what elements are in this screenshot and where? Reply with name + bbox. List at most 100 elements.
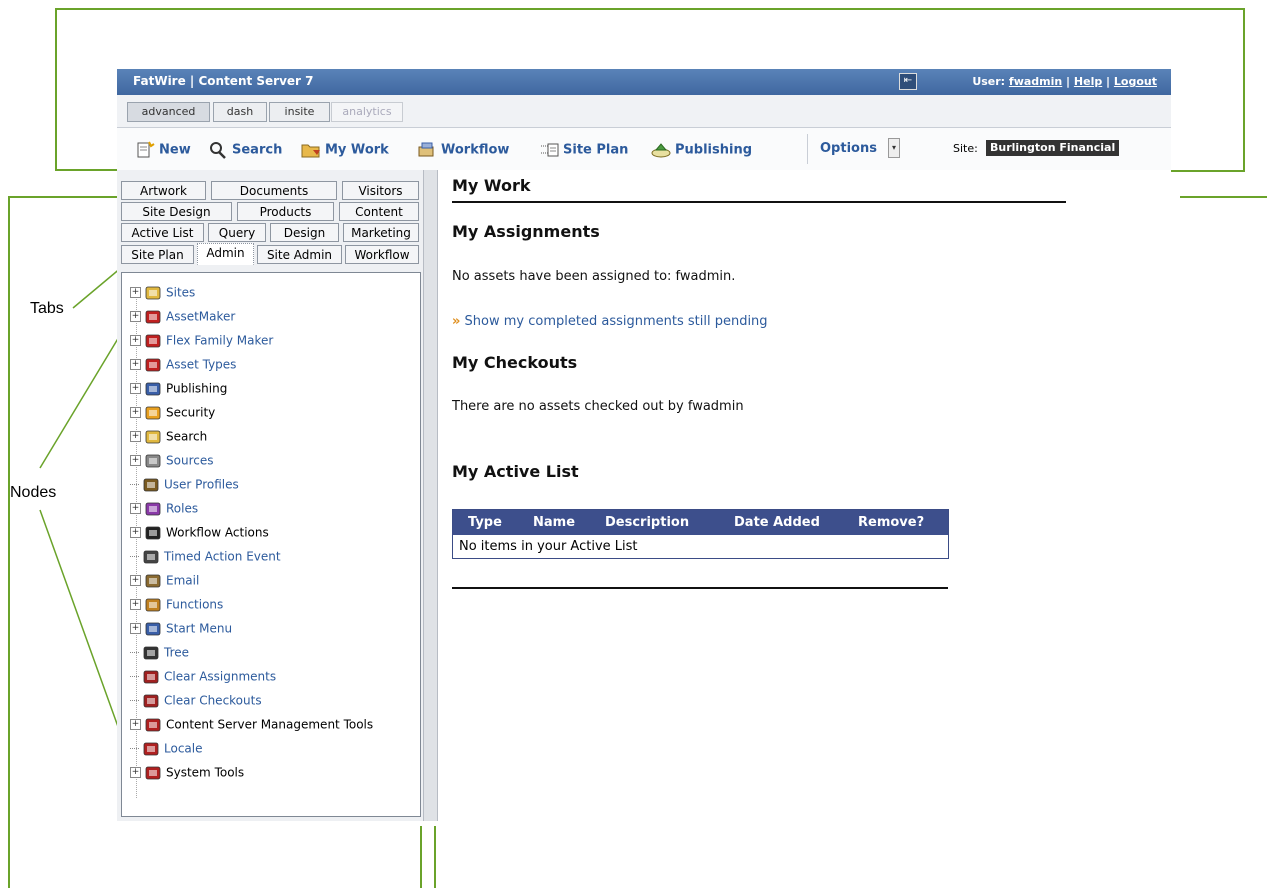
expand-icon[interactable]: +: [130, 431, 141, 442]
tab-visitors[interactable]: Visitors: [342, 181, 419, 200]
help-link[interactable]: Help: [1074, 75, 1102, 88]
tab-site-plan[interactable]: Site Plan: [121, 245, 194, 264]
tree-node[interactable]: + Functions: [130, 594, 223, 614]
tree-node[interactable]: Clear Checkouts: [130, 690, 262, 710]
tree-node[interactable]: + AssetMaker: [130, 306, 235, 326]
security-icon: [145, 406, 161, 419]
tree-node[interactable]: Timed Action Event: [130, 546, 281, 566]
tree-node[interactable]: Clear Assignments: [130, 666, 276, 686]
page-title: My Work: [452, 176, 531, 195]
tree-node-label: Search: [166, 429, 208, 444]
tree-node[interactable]: + Publishing: [130, 378, 227, 398]
tree-node[interactable]: + Security: [130, 402, 215, 422]
toolbar-separator: [807, 134, 808, 164]
panel-splitter[interactable]: [424, 170, 438, 821]
tree-node-label: System Tools: [166, 765, 245, 780]
tab-marketing[interactable]: Marketing: [343, 223, 419, 242]
tree-node[interactable]: + Email: [130, 570, 199, 590]
expand-icon[interactable]: +: [130, 575, 141, 586]
tree-node[interactable]: Tree: [130, 642, 189, 662]
mode-dash-button[interactable]: dash: [213, 102, 267, 122]
search-label: Search: [232, 142, 283, 158]
options-menu[interactable]: Options: [820, 141, 877, 156]
separator: |: [1062, 75, 1074, 88]
workflow-label: Workflow: [441, 142, 510, 158]
app-title: FatWire | Content Server 7: [133, 74, 314, 88]
username-link[interactable]: fwadmin: [1009, 75, 1062, 88]
column-remove: Remove?: [858, 515, 925, 530]
tree-node-label: Locale: [164, 741, 203, 756]
tab-workflow[interactable]: Workflow: [345, 245, 419, 264]
tree-node[interactable]: Locale: [130, 738, 202, 758]
tree-node[interactable]: User Profiles: [130, 474, 239, 494]
tab-site-admin[interactable]: Site Admin: [257, 245, 342, 264]
locale-icon: [143, 742, 159, 755]
tree-node-label: Security: [166, 405, 216, 420]
search-icon: [210, 142, 226, 159]
content-server-window: FatWire | Content Server 7 ⇤ User: fwadm…: [117, 69, 1171, 821]
logout-link[interactable]: Logout: [1114, 75, 1157, 88]
expand-icon[interactable]: +: [130, 311, 141, 322]
tree-node[interactable]: + Sites: [130, 282, 195, 302]
expand-icon[interactable]: +: [130, 527, 141, 538]
tree-node-label: Asset Types: [166, 357, 237, 372]
expand-icon[interactable]: +: [130, 335, 141, 346]
publishing-button[interactable]: Publishing: [651, 141, 752, 159]
tree-connector: [130, 555, 139, 558]
tree-node[interactable]: + Content Server Management Tools: [130, 714, 373, 734]
search-button[interactable]: Search: [208, 141, 282, 159]
tree-node[interactable]: + Sources: [130, 450, 213, 470]
chevron-down-icon[interactable]: ▾: [888, 138, 900, 158]
expand-icon[interactable]: +: [130, 455, 141, 466]
expand-icon[interactable]: +: [130, 719, 141, 730]
mode-insite-button[interactable]: insite: [269, 102, 330, 122]
tree-connector: [130, 675, 139, 678]
tree-node-label: Functions: [166, 597, 224, 612]
column-type: Type: [468, 515, 502, 530]
tree-node[interactable]: + Workflow Actions: [130, 522, 269, 542]
tab-documents[interactable]: Documents: [211, 181, 337, 200]
expand-icon[interactable]: +: [130, 287, 141, 298]
cs-management-tools-icon: [145, 718, 161, 731]
new-button[interactable]: New: [135, 141, 191, 159]
tree-node[interactable]: + Roles: [130, 498, 198, 518]
tree-node-label: Clear Checkouts: [164, 693, 262, 708]
collapse-icon[interactable]: ⇤: [899, 73, 917, 90]
tree-node[interactable]: + Start Menu: [130, 618, 232, 638]
workflow-button[interactable]: Workflow: [417, 141, 509, 159]
site-plan-button[interactable]: Site Plan: [539, 141, 628, 159]
user-info: User: fwadmin | Help | Logout: [972, 75, 1157, 88]
expand-icon[interactable]: +: [130, 359, 141, 370]
tree-node-label: User Profiles: [164, 477, 239, 492]
my-work-label: My Work: [325, 142, 389, 158]
expand-icon[interactable]: +: [130, 383, 141, 394]
tree-node[interactable]: + System Tools: [130, 762, 244, 782]
tab-artwork[interactable]: Artwork: [121, 181, 206, 200]
tab-content[interactable]: Content: [339, 202, 419, 221]
tab-design[interactable]: Design: [270, 223, 339, 242]
tab-products[interactable]: Products: [237, 202, 334, 221]
show-completed-link[interactable]: » Show my completed assignments still pe…: [452, 314, 768, 329]
tab-active-list[interactable]: Active List: [121, 223, 204, 242]
tab-query[interactable]: Query: [208, 223, 266, 242]
expand-icon[interactable]: +: [130, 503, 141, 514]
tree-node[interactable]: + Search: [130, 426, 207, 446]
expand-icon[interactable]: +: [130, 623, 141, 634]
expand-icon[interactable]: +: [130, 599, 141, 610]
tree-node-label: Sources: [166, 453, 214, 468]
table-header: Type Name Description Date Added Remove?: [453, 510, 948, 535]
user-profiles-icon: [143, 478, 159, 491]
my-work-button[interactable]: My Work: [301, 141, 389, 159]
tree-node[interactable]: + Flex Family Maker: [130, 330, 273, 350]
tab-admin[interactable]: Admin: [197, 243, 254, 265]
tab-site-design[interactable]: Site Design: [121, 202, 232, 221]
expand-icon[interactable]: +: [130, 407, 141, 418]
active-list-heading: My Active List: [452, 462, 579, 481]
site-selector[interactable]: Burlington Financial: [986, 140, 1120, 156]
show-completed-label: Show my completed assignments still pend…: [464, 314, 768, 329]
tabs-annotation: Tabs: [30, 300, 64, 317]
tree-node[interactable]: + Asset Types: [130, 354, 236, 374]
mode-advanced-button[interactable]: advanced: [127, 102, 210, 122]
site-plan-label: Site Plan: [563, 142, 629, 158]
expand-icon[interactable]: +: [130, 767, 141, 778]
